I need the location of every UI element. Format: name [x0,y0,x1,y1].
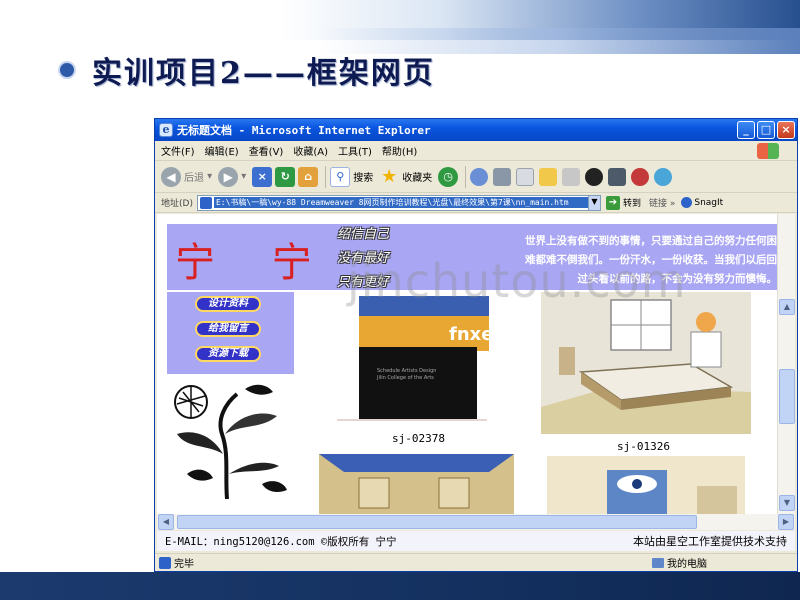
slide-title: 实训项目2——框架网页 [60,50,435,91]
research-icon[interactable] [562,167,581,186]
nav-resource-download[interactable]: 资源下载 [195,346,261,362]
star-icon: ★ [381,166,398,187]
svg-text:Schedule Artists Design: Schedule Artists Design [377,368,436,374]
horizontal-scroll-thumb[interactable] [177,515,697,529]
menu-file[interactable]: 文件(F) [161,143,195,158]
address-value[interactable]: E:\书稿\一稿\wy-88 Dreamweaver 8网页制作培训教程\光盘\… [213,197,588,208]
links-label: 链接 [648,199,667,209]
svg-text:Jilin College of the Arts: Jilin College of the Arts [376,375,434,381]
scroll-right-icon[interactable]: ▶ [778,514,794,530]
thumbnail-image-1[interactable]: fnxe Schedule Artists Design Jilin Colle… [327,292,493,424]
snagit-icon [681,197,693,208]
go-label: 转到 [622,199,641,209]
status-bar: 完毕 我的电脑 [155,553,797,571]
scroll-down-icon[interactable]: ▼ [779,495,795,511]
home-icon[interactable]: ⌂ [298,166,319,187]
minimize-button[interactable]: _ [737,121,755,139]
page-footer: E-MAIL：ning5120@126.com ©版权所有 宁宁 本站由星空工作… [157,531,795,551]
search-button[interactable]: ⚲ 搜索 [330,166,374,187]
stop-icon[interactable]: × [252,166,273,187]
thumbnail-image-3[interactable] [319,454,514,514]
go-arrow-icon: ➔ [605,195,620,210]
chevron-down-icon[interactable]: ▼ [587,195,600,210]
snagit-button[interactable]: SnagIt [681,197,723,208]
qq-icon[interactable] [585,167,604,186]
ebay-icon[interactable] [631,167,650,186]
page-icon [199,196,212,209]
thumbnail-caption-2: sj-01326 [617,440,670,453]
toolbar: ◀ 后退 ▾ ▶ ▾ × ↻ ⌂ ⚲ 搜索 ★ 收藏夹 ◷ [155,161,797,193]
page-content: 宁 宁 绍信自己 没有最好 只有更好 世界上没有做不到的事情，只要通过自己的努力… [157,214,777,514]
computer-icon [652,557,664,568]
menu-favorites[interactable]: 收藏(A) [293,143,328,158]
favorites-button[interactable]: ★ 收藏夹 [379,166,433,187]
site-name: 宁 宁 [175,240,334,286]
search-label: 搜索 [353,173,374,184]
status-text: 完毕 [174,559,194,570]
menu-help[interactable]: 帮助(H) [382,143,417,158]
windows-flag-icon [757,143,779,159]
links-button[interactable]: 链接 » [649,196,675,209]
users-icon[interactable] [654,167,673,186]
zone-text: 我的电脑 [667,559,707,570]
slide-title-text: 实训项目2——框架网页 [92,56,435,91]
thumbnail-image-2[interactable] [541,292,751,434]
nav-leave-message[interactable]: 给我留言 [195,321,261,337]
favorites-label: 收藏夹 [402,173,433,184]
address-input[interactable]: E:\书稿\一稿\wy-88 Dreamweaver 8网页制作培训教程\光盘\… [196,194,601,211]
maximize-button[interactable]: □ [757,121,775,139]
back-arrow-icon: ◀ [161,166,181,187]
dropdown-arrow-icon: ▾ [241,171,247,182]
horizontal-scrollbar[interactable]: ◀ ▶ [157,514,795,530]
search-icon: ⚲ [330,166,351,187]
slide-bottom-bar [0,572,800,600]
close-button[interactable]: × [777,121,795,139]
history-icon[interactable]: ◷ [438,166,459,187]
bullet-icon [60,63,74,77]
left-nav: 设计资料 给我留言 资源下载 [167,292,294,374]
menu-tools[interactable]: 工具(T) [338,143,372,158]
watermark: jinchutou.com [347,254,687,308]
menu-edit[interactable]: 编辑(E) [205,143,239,158]
menu-view[interactable]: 查看(V) [249,143,284,158]
card-logo-text: fnxe [449,324,492,345]
window-title: 无标题文档 - Microsoft Internet Explorer [177,124,431,137]
menu-bar: 文件(F) 编辑(E) 查看(V) 收藏(A) 工具(T) 帮助(H) [155,141,797,161]
mail-icon[interactable] [470,167,489,186]
edit-icon[interactable] [516,167,535,186]
footer-contact: E-MAIL：ning5120@126.com ©版权所有 宁宁 [165,535,397,548]
address-label: 地址(D) [161,199,193,209]
page-status-icon [159,556,171,569]
address-bar: 地址(D) E:\书稿\一稿\wy-88 Dreamweaver 8网页制作培训… [155,193,797,213]
refresh-icon[interactable]: ↻ [275,166,296,187]
scroll-thumb[interactable] [779,369,795,424]
scroll-left-icon[interactable]: ◀ [158,514,174,530]
thumbnail-caption-1: sj-02378 [392,432,445,445]
toolbar-separator [325,165,327,188]
footer-support: 本站由星空工作室提供技术支持 [633,535,787,548]
dropdown-arrow-icon: ▾ [204,171,213,182]
back-button[interactable]: ◀ 后退 ▾ [161,166,213,187]
vertical-scrollbar[interactable]: ▲ ▼ [777,214,795,514]
go-button[interactable]: ➔ 转到 [605,195,641,210]
forward-button[interactable]: ▶ ▾ [218,166,247,187]
scroll-up-icon[interactable]: ▲ [779,299,795,315]
motto-item: 绍信自己 [337,227,390,242]
thumbnail-image-4[interactable] [547,456,745,514]
snagit-label: SnagIt [694,197,724,208]
toolbar-separator [465,165,467,188]
zone-indicator: 我的电脑 [652,555,707,570]
ie-window: e 无标题文档 - Microsoft Internet Explorer _ … [154,118,798,572]
messenger-icon[interactable] [608,167,627,186]
folder-icon[interactable] [539,167,558,186]
ie-app-icon: e [159,123,173,137]
print-icon[interactable] [493,167,512,186]
nav-design-materials[interactable]: 设计资料 [195,296,261,312]
bird-artwork [167,374,294,504]
back-label: 后退 [184,173,204,184]
title-bar[interactable]: e 无标题文档 - Microsoft Internet Explorer _ … [155,119,797,141]
forward-arrow-icon: ▶ [218,166,239,187]
